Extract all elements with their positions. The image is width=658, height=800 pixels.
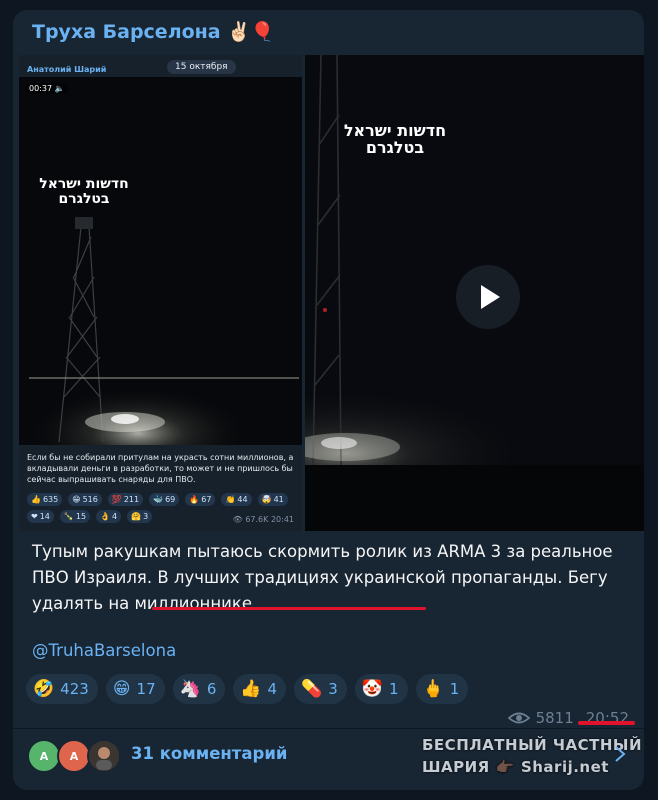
red-underline-annotation-time — [578, 721, 635, 725]
video-watermark-text: חדשות ישראל בטלגרם — [315, 122, 475, 157]
channel-title[interactable]: Труха Барселона ✌🏻🎈 — [32, 20, 275, 43]
red-underline-annotation — [152, 607, 426, 610]
reaction-emoji-icon: 🔥 — [189, 495, 200, 504]
embedded-caption: Если бы не собирали притулам на украсть … — [27, 453, 294, 484]
reaction-count: 44 — [237, 495, 248, 504]
reaction-count: 4 — [267, 680, 278, 698]
reaction-emoji-icon: 👍 — [31, 495, 41, 504]
embedded-time: 20:41 — [270, 515, 294, 524]
avatar: А — [57, 739, 91, 773]
reaction-emoji-icon: 👏 — [225, 495, 236, 504]
reaction-count: 1 — [388, 680, 399, 698]
avatar-photo — [89, 741, 119, 771]
reaction-count: 423 — [60, 680, 89, 698]
watermark-line-2b: Sharij.net — [520, 758, 609, 776]
reaction-chip[interactable]: 🦄 6 — [172, 674, 226, 704]
embedded-reaction-chip[interactable]: 💯 211 — [107, 493, 144, 506]
date-pill: 15 октября — [167, 60, 236, 74]
watermark-line-1: БЕСПЛАТНЫЙ ЧАСТНЫЙ — [422, 736, 643, 754]
channel-handle-link[interactable]: @TruhaBarselona — [32, 641, 176, 660]
embedded-reaction-chip[interactable]: 👍 635 — [27, 493, 63, 506]
embedded-reaction-chip[interactable]: 👌 4 — [96, 510, 122, 523]
embedded-reaction-chip[interactable]: 🤗 3 — [127, 510, 153, 523]
reaction-emoji-icon: 🤗 — [131, 512, 142, 521]
reaction-emoji-icon: 💯 — [111, 495, 122, 504]
embedded-reaction-chip[interactable]: 😁 516 — [68, 493, 102, 506]
media-photo[interactable]: 00:37 🔈 חדשות ישראל בטלגרם 15 октября Ан… — [19, 55, 302, 531]
hebrew-line-2: בטלגרם — [58, 190, 110, 207]
avatar: А — [27, 739, 61, 773]
hebrew-line-1: חדשות ישראל — [39, 176, 129, 192]
reaction-count: 635 — [42, 495, 59, 504]
pointing-hand-icon: 👉🏿 — [495, 758, 515, 776]
message-bubble: Труха Барселона ✌🏻🎈 00:37 🔈 חדשות ישראל … — [13, 10, 644, 790]
reaction-chip[interactable]: 🖕 1 — [415, 674, 469, 704]
reaction-chip[interactable]: 💊 3 — [294, 674, 347, 704]
chevron-right-icon[interactable] — [614, 745, 626, 763]
eye-icon — [507, 712, 530, 724]
reaction-count: 41 — [273, 495, 284, 504]
reaction-count: 15 — [75, 512, 87, 521]
hebrew-line-2: בטלגרם — [365, 137, 425, 157]
play-button[interactable] — [456, 265, 520, 329]
reaction-count: 17 — [136, 680, 156, 698]
reaction-emoji-icon: 🤡 — [361, 678, 383, 699]
watermark: БЕСПЛАТНЫЙ ЧАСТНЫЙ ШАРИЯ 👉🏿 Sharij.net — [422, 734, 642, 778]
reaction-emoji-icon: 👌 — [100, 512, 111, 521]
reaction-emoji-icon: 👍 — [240, 678, 262, 699]
reaction-emoji-icon: 🤯 — [261, 495, 272, 504]
embedded-video: 00:37 🔈 חדשות ישראל בטלגרם — [19, 77, 302, 445]
views-count: 5811 — [535, 709, 574, 727]
reaction-emoji-icon: 🍾 — [63, 512, 74, 521]
reaction-emoji-icon: 💊 — [301, 678, 323, 699]
reaction-emoji-icon: 🐳 — [153, 495, 164, 504]
reaction-chip[interactable]: 🤣 423 — [26, 674, 98, 704]
embedded-reactions-row-1: 👍 635 😁 516 💯 211 🐳 69 🔥 67 👏 44 🤯 41 — [27, 493, 297, 506]
video-watermark-text: חדשות ישראל בטלגרם — [29, 177, 139, 206]
reaction-emoji-icon: 🤣 — [33, 678, 55, 699]
reactions-bar: 🤣 423 😁 17 🦄 6 👍 4 💊 3 🤡 1 🖕 1 — [26, 674, 469, 704]
reaction-chip[interactable]: 🤡 1 — [354, 674, 408, 704]
reaction-count: 4 — [112, 512, 118, 521]
embedded-views: 👁 67.6K — [232, 515, 269, 524]
message-body: Тупым ракушкам пытаюсь скормить ролик из… — [32, 542, 613, 587]
embedded-meta: 👁 67.6K 20:41 — [233, 515, 294, 524]
reaction-count: 67 — [201, 495, 212, 504]
video-duration-badge: 00:37 🔈 — [25, 83, 69, 94]
reaction-emoji-icon: ❤ — [31, 512, 38, 521]
embedded-reaction-chip[interactable]: 🍾 15 — [59, 510, 91, 523]
embedded-reaction-chip[interactable]: 🤯 41 — [257, 493, 288, 506]
reaction-emoji-icon: 😁 — [72, 495, 81, 504]
reaction-emoji-icon: 🖕 — [422, 678, 444, 699]
video-frame — [19, 77, 302, 445]
reaction-count: 516 — [82, 495, 98, 504]
reaction-emoji-icon: 😁 — [112, 678, 131, 699]
embedded-author: Анатолий Шарий — [27, 65, 107, 74]
embedded-reaction-chip[interactable]: 🐳 69 — [149, 493, 180, 506]
reaction-count: 6 — [206, 680, 217, 698]
comments-label[interactable]: 31 комментарий — [131, 744, 287, 763]
embedded-reaction-chip[interactable]: 👏 44 — [221, 493, 252, 506]
comments-row[interactable]: А А 31 комментарий БЕСПЛАТНЫЙ ЧАСТНЫЙ ША… — [13, 729, 644, 781]
message-text: Тупым ракушкам пытаюсь скормить ролик из… — [32, 539, 632, 617]
reaction-count: 211 — [123, 495, 140, 504]
reaction-count: 69 — [165, 495, 176, 504]
reaction-count: 14 — [39, 512, 50, 521]
reaction-chip[interactable]: 👍 4 — [233, 674, 287, 704]
reaction-count: 1 — [449, 680, 460, 698]
media-video[interactable]: חדשות ישראל בטלגרם — [305, 55, 644, 531]
watermark-line-2a: ШАРИЯ — [422, 758, 490, 776]
reaction-count: 3 — [328, 680, 338, 698]
reaction-chip[interactable]: 😁 17 — [105, 674, 165, 704]
avatar — [87, 739, 121, 773]
embedded-reaction-chip[interactable]: ❤ 14 — [27, 510, 54, 523]
embedded-reaction-chip[interactable]: 🔥 67 — [185, 493, 216, 506]
reaction-count: 3 — [143, 512, 149, 521]
reaction-emoji-icon: 🦄 — [179, 678, 201, 699]
